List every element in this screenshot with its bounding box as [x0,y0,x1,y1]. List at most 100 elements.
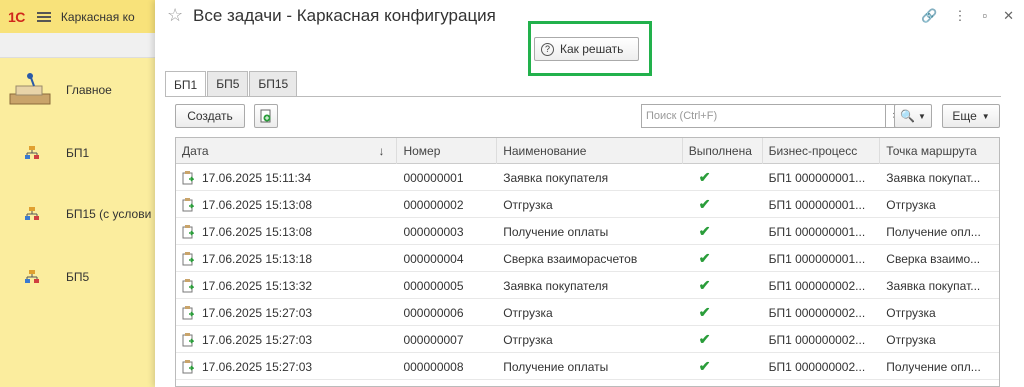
cell-name: Отгрузка [497,326,683,353]
cell-done: ✔ [683,353,763,380]
copy-add-button[interactable] [254,104,278,128]
cell-date-text: 17.06.2025 15:13:08 [202,197,313,212]
check-icon: ✔ [698,250,711,266]
cell-number-text: 000000008 [403,359,464,374]
search-input[interactable]: Поиск (Ctrl+F) [641,104,886,128]
create-button[interactable]: Создать [175,104,245,128]
cell-route-point-text: Отгрузка [886,305,936,320]
cell-route-point: Сверка взаимо... [880,245,999,272]
cell-route-point: Заявка покупат... [880,164,999,191]
app-logo: 1С [8,8,25,25]
cell-date: 17.06.2025 15:27:03 [176,326,397,353]
more-button-label: Еще [952,109,977,123]
tab-bp15[interactable]: БП15 [249,71,298,96]
table-row[interactable]: 17.06.2025 15:27:03 000000008 Получение оп… [176,353,999,380]
check-icon: ✔ [698,223,711,239]
check-icon: ✔ [698,277,711,293]
check-icon: ✔ [698,331,711,347]
favorite-star-icon[interactable]: ☆ [167,5,183,26]
cell-number-text: 000000005 [403,278,464,293]
cell-name-text: Отгрузка [503,197,553,212]
cell-name-text: Отгрузка [503,305,553,320]
cell-number: 000000007 [397,326,497,353]
column-header-label: Дата [182,144,209,158]
sidebar-item-main[interactable]: Главное [0,72,160,108]
cell-date-text: 17.06.2025 15:27:03 [202,359,313,374]
cell-process-text: БП1 000000001... [768,170,866,185]
search-options-button[interactable]: 🔍 ▼ [894,104,932,128]
tab-bp5[interactable]: БП5 [207,71,249,96]
task-icon [182,278,194,292]
create-button-label: Создать [187,109,233,123]
toolbar: Создать Поиск (Ctrl+F) × 🔍 ▼ Еще ▼ [175,104,1000,128]
cell-route-point-text: Отгрузка [886,332,936,347]
desk-lamp-icon [9,73,51,105]
menu-icon[interactable] [36,11,51,22]
cell-process-text: БП1 000000002... [768,332,866,347]
task-icon [182,224,194,238]
sidebar-item-label: Главное [66,83,112,97]
table-row[interactable]: 17.06.2025 15:13:18 000000004 Сверка взаим… [176,245,999,272]
column-header-date[interactable]: Дата ↓ [176,138,398,164]
cell-number: 000000002 [397,191,497,218]
task-icon [182,251,194,265]
close-icon[interactable]: ✕ [1003,8,1014,24]
sidebar-item-label: БП15 (с услови [66,207,152,221]
cell-route-point-text: Заявка покупат... [886,170,981,185]
sidebar-item-bp5[interactable]: БП5 [0,269,160,285]
table-row[interactable]: 17.06.2025 15:13:08 000000003 Получение оп… [176,218,999,245]
cell-process: БП1 000000002... [763,272,881,299]
column-header-process[interactable]: Бизнес-процесс [763,138,881,164]
tab-bar: БП1 БП5 БП15 [165,71,298,97]
app-header: 1С Каркасная ко [0,0,160,33]
tab-divider [165,96,1001,97]
cell-number: 000000004 [397,245,497,272]
column-header-name[interactable]: Наименование [497,138,683,164]
table-row[interactable]: 17.06.2025 15:11:34 000000001 Заявка покуп… [176,164,999,191]
cell-process-text: БП1 000000001... [768,197,866,212]
cell-number-text: 000000003 [403,224,464,239]
cell-done: ✔ [683,164,763,191]
more-button[interactable]: Еще ▼ [942,104,1000,128]
cell-date: 17.06.2025 15:13:18 [176,245,397,272]
table-body: 17.06.2025 15:11:34 000000001 Заявка покуп… [176,164,999,380]
table-row[interactable]: 17.06.2025 15:27:03 000000006 Отгрузка ✔ БП1… [176,299,999,326]
task-icon [182,197,194,211]
cell-route-point-text: Получение опл... [886,224,981,239]
tab-label: БП5 [216,77,240,91]
link-icon[interactable]: 🔗 [921,8,937,24]
how-to-solve-button[interactable]: ? Как решать [534,37,639,61]
column-header-label: Выполнена [688,144,752,158]
table-row[interactable]: 17.06.2025 15:13:32 000000005 Заявка покуп… [176,272,999,299]
cell-name: Отгрузка [497,191,683,218]
more-vertical-icon[interactable]: ⋮ [953,8,966,24]
business-process-icon [25,270,39,283]
cell-number-text: 000000007 [403,332,464,347]
column-header-route-point[interactable]: Точка маршрута [880,138,999,164]
cell-date-text: 17.06.2025 15:13:32 [202,278,313,293]
sidebar: Главное БП1 БП15 (с услови БП5 [0,58,160,387]
chevron-down-icon: ▼ [981,111,990,121]
cell-date: 17.06.2025 15:13:08 [176,218,397,245]
cell-process: БП1 000000002... [763,326,881,353]
minimize-icon[interactable]: ▫ [982,8,987,24]
sidebar-item-bp1[interactable]: БП1 [0,145,160,161]
task-icon [182,359,194,373]
column-header-number[interactable]: Номер [397,138,498,164]
cell-number: 000000001 [397,164,497,191]
cell-process: БП1 000000001... [763,191,881,218]
tab-bp1[interactable]: БП1 [165,71,207,97]
sidebar-item-bp15[interactable]: БП15 (с услови [0,206,160,222]
cell-route-point-text: Сверка взаимо... [886,251,981,266]
cell-date: 17.06.2025 15:13:08 [176,191,397,218]
help-button-label: Как решать [560,42,624,56]
cell-name-text: Сверка взаиморасчетов [503,251,638,266]
table-row[interactable]: 17.06.2025 15:27:03 000000007 Отгрузка ✔ БП1… [176,326,999,353]
tasks-table: Дата ↓ Номер Наименование Выполнена Бизн… [175,137,1000,387]
cell-date: 17.06.2025 15:13:32 [176,272,397,299]
column-header-done[interactable]: Выполнена [683,138,763,164]
cell-name-text: Получение оплаты [503,359,609,374]
cell-process: БП1 000000001... [763,218,881,245]
table-row[interactable]: 17.06.2025 15:13:08 000000002 Отгрузка ✔ БП1… [176,191,999,218]
cell-process: БП1 000000002... [763,353,881,380]
